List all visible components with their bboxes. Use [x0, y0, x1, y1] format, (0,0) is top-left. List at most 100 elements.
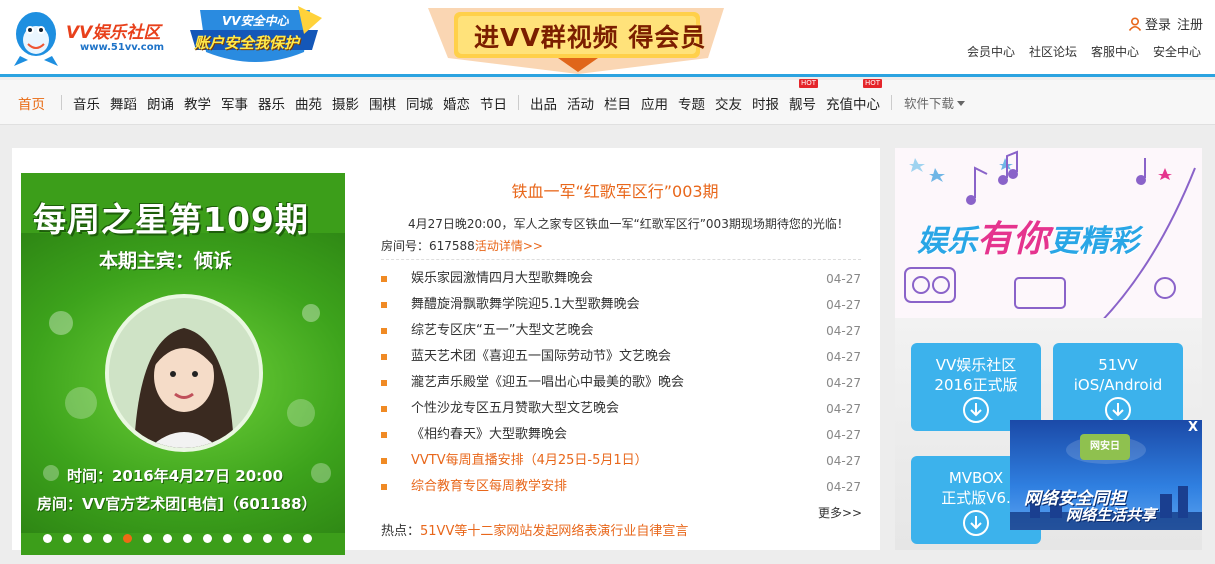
download-vv-pc-line1: VV娱乐社区: [935, 356, 1017, 374]
service-center-link[interactable]: 客服中心: [1091, 45, 1139, 59]
carousel-dot[interactable]: [63, 534, 72, 543]
carousel-dot[interactable]: [143, 534, 152, 543]
news-item[interactable]: 娱乐家园激情四月大型歌舞晚会 04-27: [381, 266, 861, 292]
news-title[interactable]: 蓝天艺术团《喜迎五一国际劳动节》文艺晚会: [411, 344, 671, 370]
nav-activity[interactable]: 活动: [567, 93, 594, 113]
promo-slogan: 娱乐有你更精彩: [917, 210, 1139, 262]
nav-production[interactable]: 出品: [530, 93, 557, 113]
news-item[interactable]: 综艺专区庆“五一”大型文艺晚会 04-27: [381, 318, 861, 344]
carousel-dot[interactable]: [263, 534, 272, 543]
feature-headline[interactable]: 铁血一军“红歌军区行”003期: [380, 178, 850, 202]
download-vv-pc-button[interactable]: VV娱乐社区 2016正式版: [911, 343, 1041, 431]
nav-vanity-number-label: 靓号: [789, 96, 816, 113]
user-area: 登录 注册: [1128, 14, 1203, 33]
carousel-dot[interactable]: [243, 534, 252, 543]
nav-local[interactable]: 同城: [406, 93, 433, 113]
nav-items: 首页 音乐 舞蹈 朗诵 教学 军事 器乐 曲苑 摄影 围棋 同城 婚恋 节日 出…: [10, 78, 966, 125]
security-center-badge[interactable]: VV安全中心 账户安全我保护: [186, 4, 324, 72]
news-title[interactable]: VVTV每周直播安排（4月25日-5月1日）: [411, 448, 648, 474]
member-center-link[interactable]: 会员中心: [967, 45, 1015, 59]
nav-instruments[interactable]: 器乐: [258, 93, 285, 113]
news-title[interactable]: 《相约春天》大型歌舞晚会: [411, 422, 567, 448]
nav-apps[interactable]: 应用: [641, 93, 668, 113]
nav-column[interactable]: 栏目: [604, 93, 631, 113]
site-header: VV娱乐社区 www.51vv.com VV安全中心 账户安全我保护 进VV群视…: [0, 0, 1215, 77]
login-link[interactable]: 登录: [1145, 18, 1171, 33]
news-title[interactable]: 娱乐家园激情四月大型歌舞晚会: [411, 266, 593, 292]
news-item[interactable]: 个性沙龙专区五月赞歌大型文艺晚会 04-27: [381, 396, 861, 422]
promo-banner[interactable]: 进VV群视频 得会员: [408, 0, 744, 74]
nav-recharge-label: 充值中心: [826, 96, 880, 113]
nav-topics[interactable]: 专题: [678, 93, 705, 113]
square-bullet-icon: [381, 328, 387, 334]
nav-home[interactable]: 首页: [18, 93, 45, 113]
square-bullet-icon: [381, 432, 387, 438]
news-item[interactable]: 舞醴旋滑飘歌舞学院迎5.1大型歌舞晚会 04-27: [381, 292, 861, 318]
nav-music[interactable]: 音乐: [73, 93, 100, 113]
square-bullet-icon: [381, 302, 387, 308]
nav-vanity-number[interactable]: 靓号 HOT: [789, 78, 818, 113]
software-download-menu[interactable]: 软件下载: [904, 93, 966, 112]
nav-dance[interactable]: 舞蹈: [110, 93, 137, 113]
nav-times[interactable]: 时报: [752, 93, 779, 113]
news-title[interactable]: 个性沙龙专区五月赞歌大型文艺晚会: [411, 396, 619, 422]
news-title[interactable]: 舞醴旋滑飘歌舞学院迎5.1大型歌舞晚会: [411, 292, 640, 318]
software-download-label: 软件下载: [904, 96, 955, 111]
poster-time: 时间：2016年4月27日 20:00: [67, 467, 284, 485]
carousel-dot[interactable]: [303, 534, 312, 543]
carousel-dot[interactable]: [183, 534, 192, 543]
news-title[interactable]: 综合教育专区每周教学安排: [411, 474, 567, 500]
nav-recitation[interactable]: 朗诵: [147, 93, 174, 113]
carousel-dot[interactable]: [103, 534, 112, 543]
slogan-part-a: 娱乐: [917, 224, 977, 259]
more-link[interactable]: 更多>>: [818, 504, 862, 521]
download-51vv-mobile-line1: 51VV: [1098, 356, 1138, 374]
news-item[interactable]: VVTV每周直播安排（4月25日-5月1日） 04-27: [381, 448, 861, 474]
slogan-part-c: 更精彩: [1049, 224, 1140, 259]
poster-title: 每周之星第109期: [33, 200, 309, 239]
nav-teaching[interactable]: 教学: [184, 93, 211, 113]
nav-opera[interactable]: 曲苑: [295, 93, 322, 113]
carousel-dot[interactable]: [283, 534, 292, 543]
user-icon: [1128, 17, 1142, 31]
star-of-week-poster[interactable]: 每周之星第109期 本期主宾：倾诉 时间：2016年4月27日 20:00 房间…: [21, 173, 345, 555]
register-link[interactable]: 注册: [1177, 18, 1203, 33]
news-date: 04-27: [826, 402, 861, 416]
download-vv-pc-label: VV娱乐社区 2016正式版: [911, 355, 1041, 395]
news-item[interactable]: 《相约春天》大型歌舞晚会 04-27: [381, 422, 861, 448]
news-item[interactable]: 综合教育专区每周教学安排 04-27: [381, 474, 861, 500]
news-title[interactable]: 瀧艺声乐殿堂《迎五一唱出心中最美的歌》晚会: [411, 370, 684, 396]
chevron-down-icon: [957, 101, 966, 106]
nav-go[interactable]: 围棋: [369, 93, 396, 113]
nav-recharge[interactable]: 充值中心 HOT: [826, 78, 882, 113]
news-title[interactable]: 综艺专区庆“五一”大型文艺晚会: [411, 318, 593, 344]
download-51vv-mobile-label: 51VV iOS/Android: [1053, 355, 1183, 395]
news-item[interactable]: 蓝天艺术团《喜迎五一国际劳动节》文艺晚会 04-27: [381, 344, 861, 370]
square-bullet-icon: [381, 354, 387, 360]
carousel-dot[interactable]: [43, 534, 52, 543]
site-logo[interactable]: VV娱乐社区 www.51vv.com: [10, 6, 180, 70]
security-center-link[interactable]: 安全中心: [1153, 45, 1201, 59]
news-date: 04-27: [826, 428, 861, 442]
nav-festival[interactable]: 节日: [480, 93, 507, 113]
popup-line2: 网络生活共享: [1066, 506, 1157, 524]
close-icon[interactable]: X: [1188, 420, 1198, 435]
carousel-dot[interactable]: [123, 534, 132, 543]
security-day-popup[interactable]: X 网安日 网络安全同担 网络生活共享: [1010, 420, 1202, 530]
carousel-dot[interactable]: [203, 534, 212, 543]
download-51vv-mobile-button[interactable]: 51VV iOS/Android: [1053, 343, 1183, 431]
carousel-dot[interactable]: [163, 534, 172, 543]
hot-topic-link[interactable]: 51VV等十二家网站发起网络表演行业自律宣言: [420, 524, 688, 539]
poster-host: 本期主宾：倾诉: [99, 250, 233, 272]
nav-friends[interactable]: 交友: [715, 93, 742, 113]
music-promo-art[interactable]: 娱乐有你更精彩: [895, 148, 1202, 323]
carousel-dot[interactable]: [223, 534, 232, 543]
news-item[interactable]: 瀧艺声乐殿堂《迎五一唱出心中最美的歌》晚会 04-27: [381, 370, 861, 396]
carousel-dot[interactable]: [83, 534, 92, 543]
nav-photography[interactable]: 摄影: [332, 93, 359, 113]
download-51vv-mobile-line2: iOS/Android: [1073, 376, 1163, 394]
forum-link[interactable]: 社区论坛: [1029, 45, 1077, 59]
activity-details-link[interactable]: 活动详情>>: [475, 239, 543, 253]
nav-military[interactable]: 军事: [221, 93, 248, 113]
nav-dating[interactable]: 婚恋: [443, 93, 470, 113]
